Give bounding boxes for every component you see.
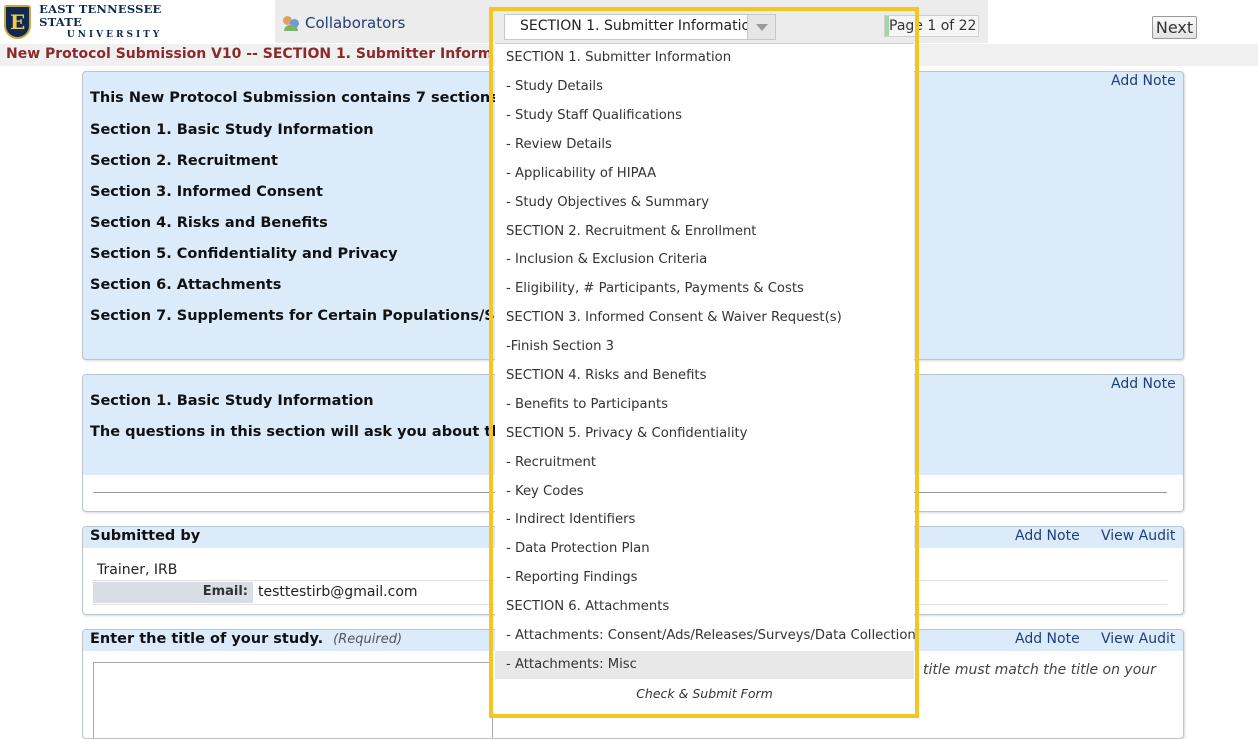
add-note-link[interactable]: Add Note <box>1015 528 1080 544</box>
dropdown-option[interactable]: - Data Protection Plan <box>495 535 914 563</box>
section1-heading: Section 1. Basic Study Information <box>90 393 374 409</box>
add-note-link[interactable]: Add Note <box>1111 73 1176 89</box>
submitted-by-label: Submitted by <box>90 528 201 544</box>
logo-line-1: EAST TENNESSEE STATE <box>39 1 162 29</box>
view-audit-link[interactable]: View Audit <box>1101 631 1175 647</box>
view-audit-link[interactable]: View Audit <box>1101 528 1175 544</box>
study-title-label: Enter the title of your study. (Required) <box>90 631 403 647</box>
intro-line: Section 5. Confidentiality and Privacy <box>90 246 398 262</box>
email-label: Email: <box>202 584 248 599</box>
add-note-link[interactable]: Add Note <box>1111 376 1176 392</box>
intro-line: Section 2. Recruitment <box>90 153 278 169</box>
intro-line: Section 3. Informed Consent <box>90 184 323 200</box>
dropdown-option[interactable]: - Study Staff Qualifications <box>495 102 914 130</box>
email-value: testtestirb@gmail.com <box>258 584 418 600</box>
collaborators-label: Collaborators <box>305 14 406 32</box>
intro-line: Section 7. Supplements for Certain Popul… <box>90 308 546 324</box>
dropdown-option[interactable]: SECTION 4. Risks and Benefits <box>495 362 914 390</box>
required-marker: (Required) <box>333 632 403 647</box>
dropdown-option[interactable]: SECTION 2. Recruitment & Enrollment <box>495 218 914 246</box>
university-logo[interactable]: E EAST TENNESSEE STATE UNIVERSITY <box>4 1 190 42</box>
section-select[interactable]: SECTION 1. Submitter Information <box>504 14 776 40</box>
dropdown-option[interactable]: - Study Details <box>495 73 914 101</box>
dropdown-option[interactable]: SECTION 3. Informed Consent & Waiver Req… <box>495 304 914 332</box>
study-title-textarea[interactable] <box>93 662 493 738</box>
dropdown-option-highlighted[interactable]: - Attachments: Misc <box>495 651 914 679</box>
chevron-down-icon[interactable] <box>747 15 775 39</box>
dropdown-option[interactable]: - Attachments: Consent/Ads/Releases/Surv… <box>495 622 916 650</box>
email-label-cell: Email: <box>93 582 253 603</box>
page-indicator-text: Page 1 of 22 <box>889 18 977 34</box>
dropdown-option[interactable]: SECTION 1. Submitter Information <box>495 44 914 72</box>
dropdown-option-check-submit[interactable]: Check & Submit Form <box>495 680 914 708</box>
section-select-value: SECTION 1. Submitter Information <box>520 18 759 34</box>
collaborators-link[interactable]: Collaborators <box>282 14 405 32</box>
section-dropdown-list: SECTION 1. Submitter Information - Study… <box>495 43 916 710</box>
dropdown-option[interactable]: - Eligibility, # Participants, Payments … <box>495 275 914 303</box>
submitter-name: Trainer, IRB <box>97 562 178 578</box>
dropdown-option[interactable]: SECTION 5. Privacy & Confidentiality <box>495 420 914 448</box>
dropdown-option[interactable]: - Indirect Identifiers <box>495 506 914 534</box>
next-button[interactable]: Next <box>1152 16 1197 39</box>
dropdown-option[interactable]: - Recruitment <box>495 449 914 477</box>
dropdown-option[interactable]: - Applicability of HIPAA <box>495 160 914 188</box>
logo-shield-icon: E <box>4 5 32 39</box>
dropdown-option[interactable]: - Review Details <box>495 131 914 159</box>
study-title-hint: title must match the title on your <box>923 662 1156 678</box>
intro-line: Section 6. Attachments <box>90 277 282 293</box>
people-icon <box>282 14 300 32</box>
dropdown-option[interactable]: - Reporting Findings <box>495 564 914 592</box>
dropdown-option[interactable]: - Inclusion & Exclusion Criteria <box>495 246 914 274</box>
dropdown-option[interactable]: - Benefits to Participants <box>495 391 914 419</box>
page-indicator: Page 1 of 22 <box>884 15 979 37</box>
intro-line: Section 1. Basic Study Information <box>90 122 374 138</box>
logo-line-2: UNIVERSITY <box>66 29 163 40</box>
logo-wordmark: EAST TENNESSEE STATE UNIVERSITY <box>39 1 190 42</box>
dropdown-option[interactable]: - Key Codes <box>495 478 914 506</box>
page-title: New Protocol Submission V10 -- SECTION 1… <box>6 46 491 62</box>
dropdown-option[interactable]: - Study Objectives & Summary <box>495 189 914 217</box>
intro-line: This New Protocol Submission contains 7 … <box>90 90 505 106</box>
add-note-link[interactable]: Add Note <box>1015 631 1080 647</box>
intro-line: Section 4. Risks and Benefits <box>90 215 328 231</box>
dropdown-option[interactable]: -Finish Section 3 <box>495 333 914 361</box>
dropdown-option[interactable]: SECTION 6. Attachments <box>495 593 914 621</box>
